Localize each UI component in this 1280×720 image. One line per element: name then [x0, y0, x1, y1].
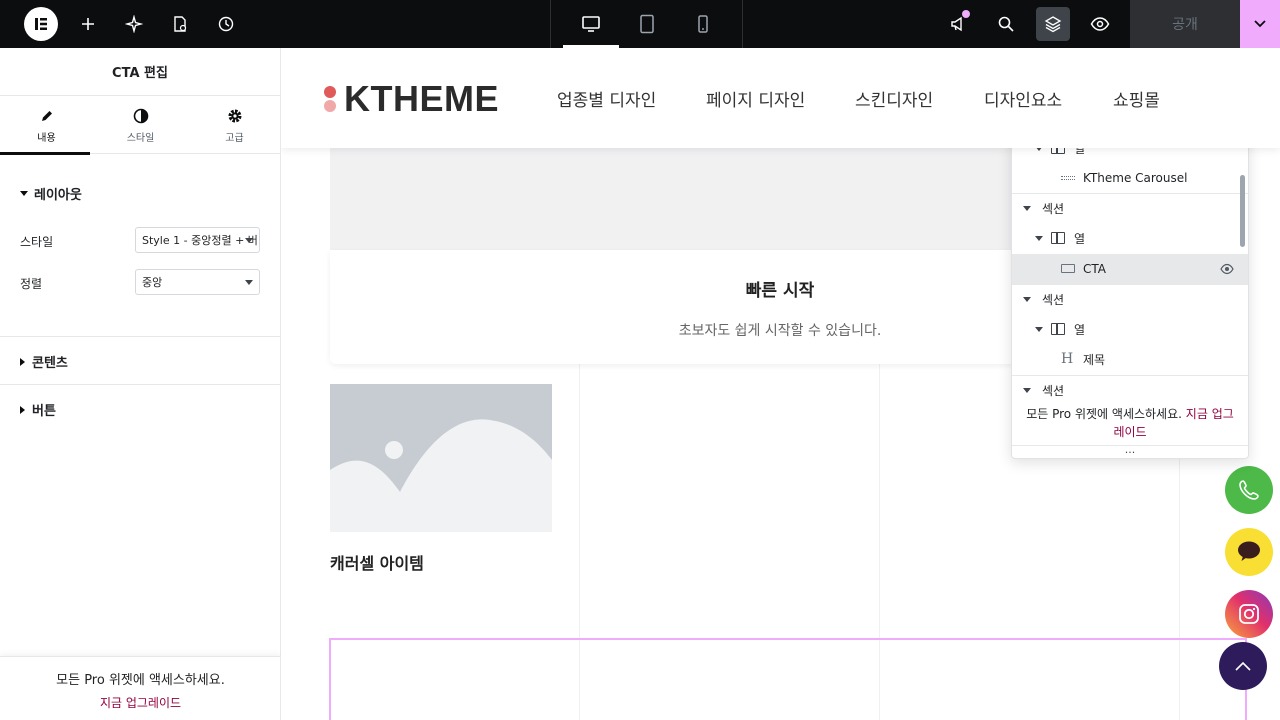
- caret-down-icon: [1035, 326, 1043, 332]
- tree-item-label: 섹션: [1042, 383, 1065, 398]
- promo-text: 모든 Pro 위젯에 액세스하세요.: [56, 673, 225, 688]
- section-label: 콘텐츠: [32, 356, 68, 371]
- caret-right-icon: [20, 357, 25, 366]
- site-header: KTHEME 업종별 디자인 페이지 디자인 스킨디자인 디자인요소 쇼핑몰: [281, 48, 1280, 148]
- resize-handle[interactable]: ...: [1012, 443, 1248, 456]
- tree-item-label: 섹션: [1042, 201, 1065, 216]
- history-icon[interactable]: [210, 0, 242, 48]
- section-label: 레이아웃: [34, 188, 82, 203]
- site-logo[interactable]: KTHEME: [324, 78, 499, 120]
- tab-label: 스타일: [126, 132, 155, 144]
- tree-item-label: 제목: [1083, 352, 1106, 367]
- caret-down-icon: [1023, 296, 1031, 302]
- layers-icon[interactable]: [1036, 7, 1070, 41]
- tree-item-column[interactable]: 열: [1012, 223, 1248, 253]
- panel-promo: 모든 Pro 위젯에 액세스하세요. 지금 업그레이드: [0, 656, 281, 720]
- tree-item-section[interactable]: 섹션: [1012, 193, 1248, 223]
- chevron-down-icon: [245, 238, 253, 243]
- megaphone-icon[interactable]: [942, 0, 974, 48]
- chevron-down-icon: [245, 280, 253, 285]
- cta-widget-icon: [1061, 264, 1075, 273]
- caret-down-icon: [1023, 205, 1031, 211]
- gear-icon: [226, 107, 244, 125]
- tablet-icon[interactable]: [619, 0, 675, 48]
- selected-section-outline[interactable]: [329, 638, 1247, 720]
- divider: [0, 384, 281, 385]
- carousel-widget-icon: [1061, 176, 1075, 180]
- tab-label: 고급: [225, 132, 244, 144]
- half-circle-icon: [132, 107, 150, 125]
- brand-name: KTHEME: [344, 78, 499, 119]
- align-label: 정렬: [20, 277, 43, 291]
- nav-item-industry[interactable]: 업종별 디자인: [557, 86, 656, 111]
- structure-promo: 모든 Pro 위젯에 액세스하세요. 지금 업그레이드: [1012, 405, 1248, 441]
- section-label: 버튼: [32, 404, 56, 419]
- tree-item-widget[interactable]: KTheme Carousel: [1012, 163, 1248, 193]
- search-icon[interactable]: [990, 0, 1022, 48]
- tab-content[interactable]: 내용: [0, 96, 93, 155]
- tree-item-cta-selected[interactable]: CTA: [1012, 254, 1248, 284]
- tree-item-label: CTA: [1083, 262, 1106, 276]
- device-switcher: [550, 0, 743, 48]
- nav-item-skin-design[interactable]: 스킨디자인: [855, 86, 933, 111]
- caret-down-icon: [20, 191, 28, 196]
- publish-button[interactable]: 공개: [1130, 0, 1240, 48]
- notification-dot: [962, 10, 970, 18]
- tree-item-section[interactable]: 섹션: [1012, 375, 1248, 405]
- nav-item-design-elements[interactable]: 디자인요소: [984, 86, 1062, 111]
- desktop-icon[interactable]: [563, 0, 619, 48]
- ai-sparkle-icon[interactable]: [118, 0, 150, 48]
- tree-item-column[interactable]: 열: [1012, 314, 1248, 344]
- tree-item-label: 섹션: [1042, 292, 1065, 307]
- section-button-toggle[interactable]: 버튼: [20, 400, 56, 419]
- structure-scrollbar[interactable]: [1240, 175, 1245, 247]
- carousel-item-title: 캐러셀 아이템: [330, 554, 424, 573]
- tab-advanced[interactable]: 고급: [188, 96, 281, 154]
- style-label: 스타일: [20, 235, 54, 249]
- mobile-icon[interactable]: [675, 0, 731, 48]
- pencil-icon: [38, 107, 56, 125]
- nav-item-shop[interactable]: 쇼핑몰: [1113, 86, 1160, 111]
- select-value: Style 1 - 중앙정렬 + 버: [142, 234, 258, 247]
- style-select[interactable]: Style 1 - 중앙정렬 + 버: [135, 227, 260, 253]
- section-layout-toggle[interactable]: 레이아웃: [20, 184, 82, 203]
- logo-mark-icon: [324, 86, 338, 112]
- scroll-top-icon[interactable]: [1219, 642, 1267, 690]
- image-placeholder-icon: [330, 384, 552, 532]
- column-icon: [1051, 323, 1065, 335]
- column-icon: [1051, 232, 1065, 244]
- eye-icon[interactable]: [1220, 263, 1234, 278]
- elementor-logo-icon[interactable]: [24, 7, 58, 41]
- tab-label: 내용: [37, 132, 56, 144]
- page-settings-icon[interactable]: [164, 0, 196, 48]
- caret-right-icon: [20, 405, 25, 414]
- section-content-toggle[interactable]: 콘텐츠: [20, 352, 68, 371]
- caret-down-icon: [1035, 235, 1043, 241]
- kakao-chat-icon[interactable]: [1225, 528, 1273, 576]
- heading-widget-icon: H: [1061, 351, 1074, 367]
- tree-item-widget[interactable]: H 제목: [1012, 344, 1248, 374]
- structure-panel: 구조 열 KTheme Carousel 섹션 열 CTA 섹션 열: [1011, 100, 1249, 459]
- select-value: 중앙: [142, 276, 163, 289]
- align-select[interactable]: 중앙: [135, 269, 260, 295]
- upgrade-link[interactable]: 지금 업그레이드: [0, 694, 281, 711]
- nav-item-page-design[interactable]: 페이지 디자인: [706, 86, 805, 111]
- divider: [0, 336, 281, 337]
- tree-item-label: KTheme Carousel: [1083, 171, 1188, 185]
- eye-icon[interactable]: [1084, 0, 1116, 48]
- phone-icon[interactable]: [1225, 466, 1273, 514]
- instagram-icon[interactable]: [1225, 590, 1273, 638]
- chevron-down-icon[interactable]: [1240, 0, 1280, 48]
- caret-down-icon: [1023, 387, 1031, 393]
- panel-title: CTA 편집: [0, 48, 280, 96]
- plus-icon[interactable]: [72, 0, 104, 48]
- editor-topbar: 공개: [0, 0, 1280, 48]
- tab-style[interactable]: 스타일: [94, 96, 187, 154]
- promo-text: 모든 Pro 위젯에 액세스하세요.: [1026, 407, 1182, 421]
- tree-item-label: 열: [1074, 322, 1086, 337]
- panel-tabs: 내용 스타일 고급: [0, 96, 281, 155]
- editor-panel: CTA 편집 내용 스타일 고급 레이아웃 스타일 Style 1 - 중앙정렬…: [0, 48, 281, 720]
- tree-item-section[interactable]: 섹션: [1012, 284, 1248, 314]
- tree-item-label: 열: [1074, 231, 1086, 246]
